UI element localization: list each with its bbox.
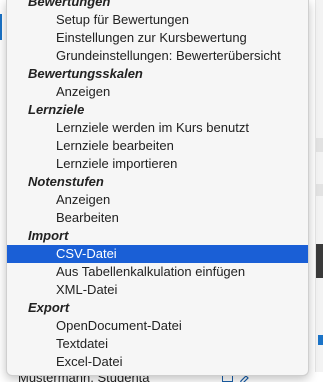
option-anzeigen[interactable]: Anzeigen: [7, 83, 308, 101]
background-accent-bar: [0, 14, 2, 40]
option-lernziele-importieren[interactable]: Lernziele importieren: [7, 155, 308, 173]
option-textdatei[interactable]: Textdatei: [7, 335, 308, 353]
option-bearbeiten[interactable]: Bearbeiten: [7, 209, 308, 227]
optgroup-bewertungen: Bewertungen: [28, 0, 111, 9]
option-setup-für-bewertungen[interactable]: Setup für Bewertungen: [7, 11, 308, 29]
option-csv-datei[interactable]: CSV-Datei: [7, 245, 308, 263]
option-aus-tabellenkalkulation-einfügen[interactable]: Aus Tabellenkalkulation einfügen: [7, 263, 308, 281]
option-opendocument-datei[interactable]: OpenDocument-Datei: [7, 317, 308, 335]
background-right-block: [316, 138, 323, 152]
option-einstellungen-zur-kursbewertung[interactable]: Einstellungen zur Kursbewertung: [7, 29, 308, 47]
background-right-block: [316, 184, 323, 196]
grade-action-dropdown[interactable]: Bewertungen Setup für Bewertungen Einstell…: [6, 0, 309, 376]
optgroup-lernziele: Lernziele: [28, 102, 85, 117]
background-link[interactable]: [318, 335, 323, 345]
optgroup-export: Export: [28, 300, 70, 315]
option-lernziele-bearbeiten[interactable]: Lernziele bearbeiten: [7, 137, 308, 155]
optgroup-bewertungsskalen: Bewertungsskalen: [28, 66, 143, 81]
option-xml-datei[interactable]: XML-Datei: [7, 281, 308, 299]
option-anzeigen[interactable]: Anzeigen: [7, 191, 308, 209]
optgroup-notenstufen: Notenstufen: [28, 174, 104, 189]
page: Mustermann, Studenta Bewertungen Setup fü…: [0, 0, 323, 382]
optgroup-import: Import: [28, 228, 69, 243]
background-dark-block: [316, 244, 323, 278]
option-grundeinstellungen-bewerterübersicht[interactable]: Grundeinstellungen: Bewerterübersicht: [7, 47, 308, 65]
option-excel-datei[interactable]: Excel-Datei: [7, 353, 308, 371]
option-lernziele-werden-im-kurs-benutzt[interactable]: Lernziele werden im Kurs benutzt: [7, 119, 308, 137]
dropdown-options: Bewertungen Setup für Bewertungen Einstell…: [7, 0, 308, 371]
